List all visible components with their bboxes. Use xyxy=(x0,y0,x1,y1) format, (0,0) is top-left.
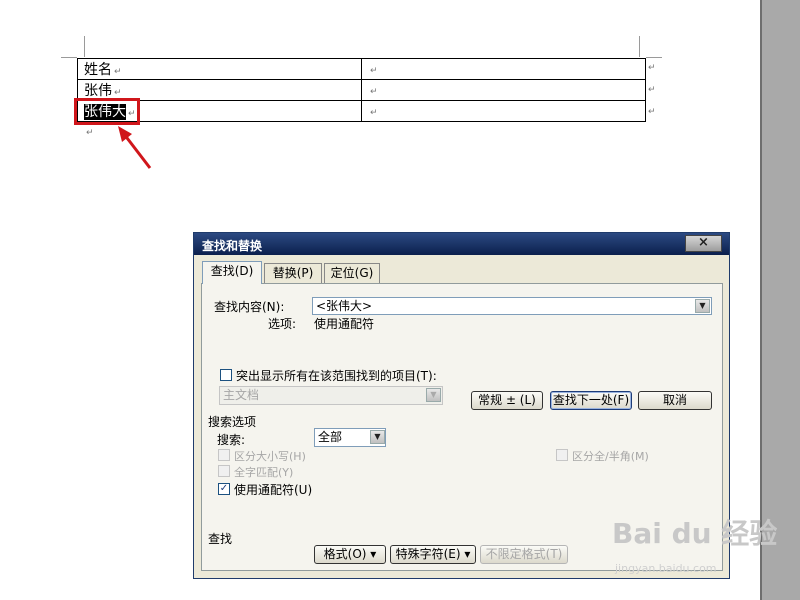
use-wildcards-label: 使用通配符(U) xyxy=(234,483,313,497)
table-row: 张伟大 ↵ ↵ xyxy=(77,100,646,122)
match-case-checkbox[interactable] xyxy=(218,449,230,461)
paragraph-mark: ↵ xyxy=(114,67,122,77)
paragraph-mark: ↵ xyxy=(114,88,122,98)
tab-find[interactable]: 查找(D) xyxy=(202,261,262,284)
whole-word-label: 全字匹配(Y) xyxy=(234,466,294,479)
paragraph-mark: ↵ xyxy=(86,128,94,138)
search-options-heading: 搜索选项 xyxy=(208,415,257,429)
highlight-all-label: 突出显示所有在该范围找到的项目(T): xyxy=(236,369,437,383)
paragraph-mark: ↵ xyxy=(370,87,378,97)
close-button[interactable]: × xyxy=(685,235,722,252)
cell-text: 张伟 xyxy=(84,83,112,99)
table-row: 张伟 ↵ ↵ xyxy=(77,79,646,101)
paragraph-mark: ↵ xyxy=(370,66,378,76)
format-button[interactable]: 格式(O) ▾ xyxy=(314,545,386,564)
match-width-checkbox[interactable] xyxy=(556,449,568,461)
dialog-titlebar[interactable]: 查找和替换 × xyxy=(194,233,729,255)
find-what-input[interactable]: <张伟大> xyxy=(312,297,712,315)
baidu-watermark-url: jingyan.baidu.com xyxy=(615,562,717,575)
find-what-label: 查找内容(N): xyxy=(214,300,285,314)
tab-goto[interactable]: 定位(G) xyxy=(324,263,380,283)
scope-select[interactable]: 主文档 xyxy=(219,386,443,405)
table-cell[interactable]: ↵ xyxy=(361,79,646,101)
search-direction-label: 搜索: xyxy=(217,433,246,447)
whole-word-checkbox[interactable] xyxy=(218,465,230,477)
highlight-box xyxy=(74,98,140,125)
no-formatting-button[interactable]: 不限定格式(T) xyxy=(480,545,568,564)
options-label: 选项: xyxy=(268,317,297,331)
options-value: 使用通配符 xyxy=(314,317,375,331)
document-table: 姓名 ↵ ↵ 张伟 ↵ ↵ 张伟大 ↵ ↵ xyxy=(77,58,646,122)
match-width-label: 区分全/半角(M) xyxy=(572,450,649,463)
table-row: 姓名 ↵ ↵ xyxy=(77,58,646,80)
search-direction-value: 全部 xyxy=(318,430,343,444)
baidu-watermark-logo: Bai du 经验 xyxy=(612,517,778,550)
table-cell[interactable]: 姓名 ↵ xyxy=(77,58,362,80)
crop-mark-left-h xyxy=(61,57,77,58)
find-history-dropdown-icon[interactable]: ▼ xyxy=(695,299,710,313)
row-end-mark: ↵ xyxy=(648,107,656,117)
crop-mark-left xyxy=(84,36,85,57)
row-end-mark: ↵ xyxy=(648,63,656,73)
tab-replace[interactable]: 替换(P) xyxy=(264,263,322,283)
window-right-edge xyxy=(760,0,800,600)
highlight-all-checkbox[interactable] xyxy=(220,369,232,381)
search-direction-dropdown-icon[interactable]: ▼ xyxy=(370,430,385,444)
red-arrow-icon xyxy=(118,126,152,169)
table-cell[interactable]: ↵ xyxy=(361,58,646,80)
find-what-value: <张伟大> xyxy=(316,299,373,313)
cell-text: 姓名 xyxy=(84,62,112,78)
cancel-button[interactable]: 取消 xyxy=(638,391,712,410)
find-next-button[interactable]: 查找下一处(F) xyxy=(550,391,632,410)
crop-mark-right-h xyxy=(646,57,662,58)
scope-value: 主文档 xyxy=(223,388,260,402)
crop-mark-right xyxy=(639,36,640,57)
use-wildcards-checkbox[interactable]: ✓ xyxy=(218,483,230,495)
table-cell[interactable]: ↵ xyxy=(361,100,646,122)
scope-dropdown-icon[interactable]: ▼ xyxy=(426,388,441,402)
row-end-mark: ↵ xyxy=(648,85,656,95)
match-case-label: 区分大小写(H) xyxy=(234,450,306,463)
special-button[interactable]: 特殊字符(E) ▾ xyxy=(390,545,476,564)
paragraph-mark: ↵ xyxy=(370,108,378,118)
find-section-label: 查找 xyxy=(208,532,233,546)
normal-less-button[interactable]: 常规 ± (L) xyxy=(471,391,543,410)
dialog-title: 查找和替换 xyxy=(202,239,263,253)
